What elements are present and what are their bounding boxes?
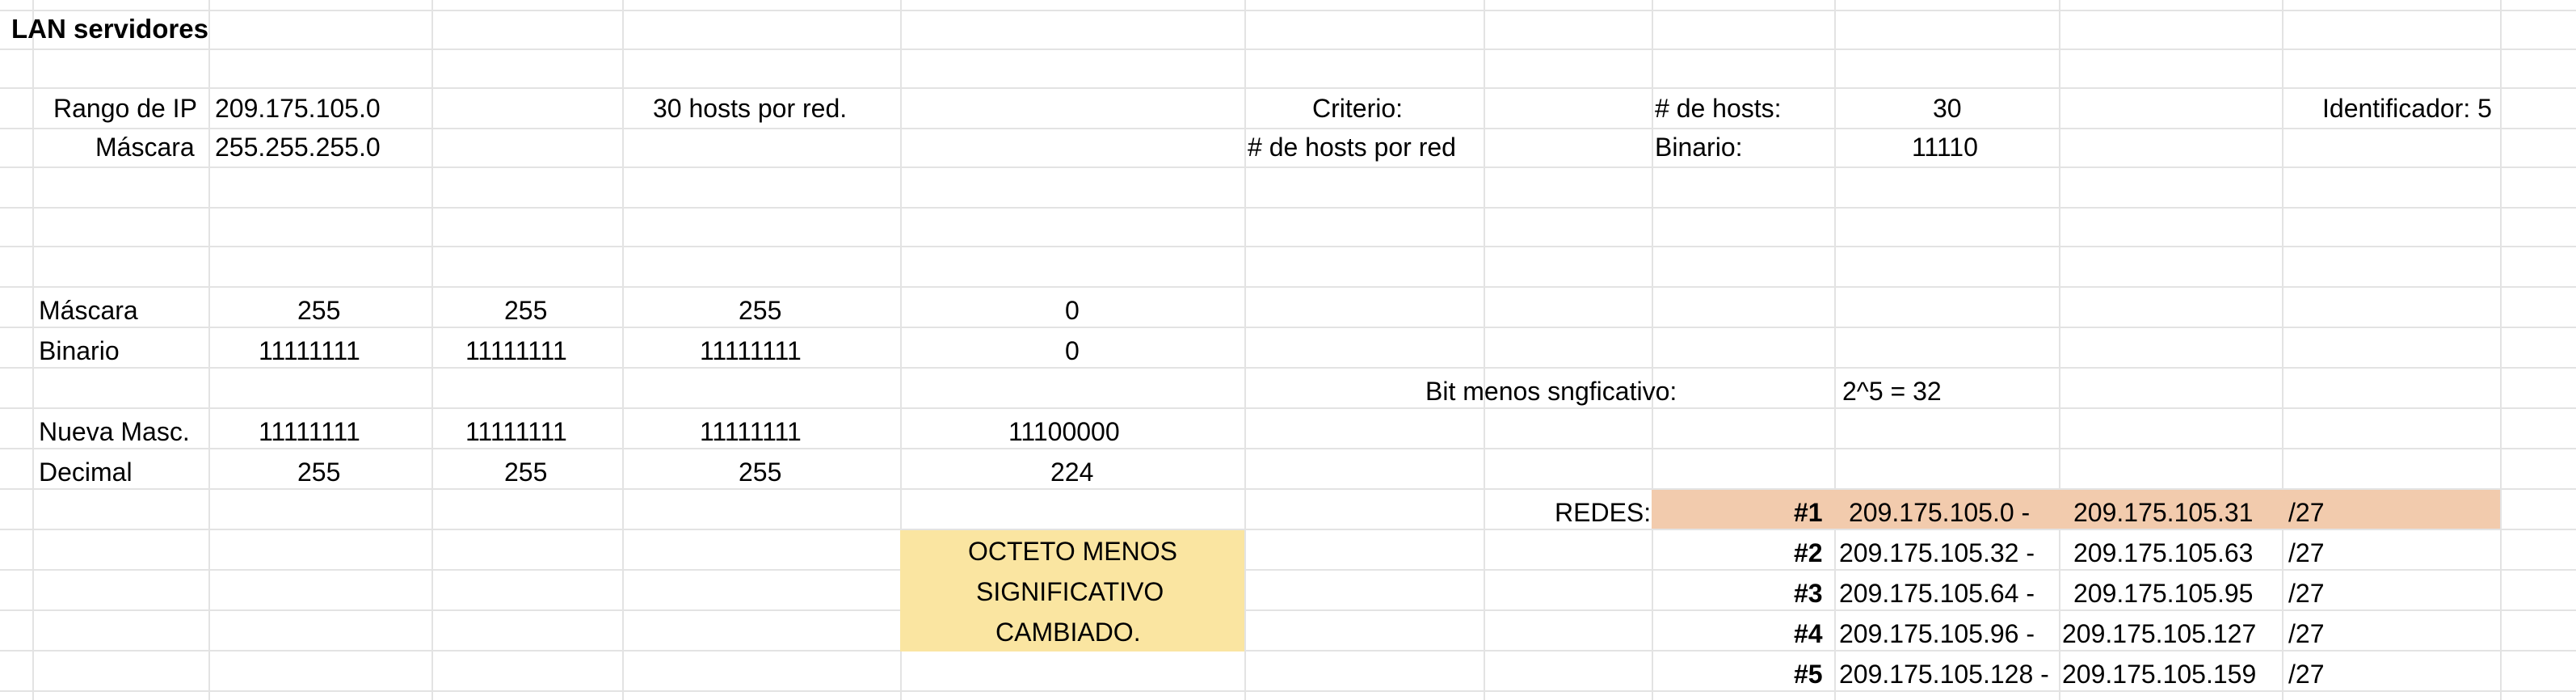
- row-divider: [0, 367, 2576, 369]
- column-divider: [32, 0, 34, 700]
- table-row-label: Decimal: [39, 458, 133, 487]
- row-divider: [0, 569, 2576, 571]
- row-divider: [0, 650, 2576, 652]
- table-cell[interactable]: 255: [297, 294, 340, 327]
- row-divider: [0, 690, 2576, 692]
- red-number: #2: [1794, 538, 1823, 567]
- red-number: #1: [1794, 498, 1823, 527]
- column-divider: [2500, 0, 2502, 700]
- note-line: OCTETO MENOS: [968, 537, 1177, 566]
- hosts-value[interactable]: 30: [1933, 92, 1962, 124]
- column-divider: [1244, 0, 1246, 700]
- column-divider: [2282, 0, 2283, 700]
- red-prefix[interactable]: /27: [2288, 658, 2324, 690]
- row-divider: [0, 448, 2576, 449]
- row-divider: [0, 10, 2576, 11]
- criterio-label: Criterio:: [1312, 94, 1404, 123]
- row-divider: [0, 87, 2576, 89]
- table-cell[interactable]: 11111111: [465, 415, 567, 448]
- red-number: #3: [1794, 579, 1823, 608]
- red-start[interactable]: 209.175.105.96 -: [1839, 618, 2035, 650]
- table-cell[interactable]: 255: [739, 456, 781, 488]
- bit-value[interactable]: 2^5 = 32: [1842, 375, 1942, 407]
- hosts-per-network-text[interactable]: 30 hosts por red.: [653, 92, 847, 124]
- rango-label: Rango de IP: [53, 94, 197, 123]
- column-divider: [1834, 0, 1836, 700]
- column-divider: [1484, 0, 1485, 700]
- red-end[interactable]: 209.175.105.95: [2073, 577, 2253, 609]
- mascara-value[interactable]: 255.255.255.0: [215, 131, 381, 163]
- spreadsheet-grid[interactable]: LAN servidores Rango de IP 209.175.105.0…: [0, 0, 2576, 700]
- red-start[interactable]: 209.175.105.32 -: [1839, 537, 2035, 569]
- binario-label: Binario:: [1655, 133, 1743, 162]
- column-divider: [622, 0, 624, 700]
- table-cell[interactable]: 255: [297, 456, 340, 488]
- sheet-title: LAN servidores: [11, 14, 208, 44]
- table-cell[interactable]: 11100000: [1008, 415, 1120, 448]
- table-cell[interactable]: 11111111: [700, 415, 802, 448]
- column-divider: [1652, 0, 1653, 700]
- red-end[interactable]: 209.175.105.31: [2073, 496, 2253, 529]
- row-divider: [0, 407, 2576, 409]
- row-divider: [0, 246, 2576, 247]
- table-cell[interactable]: 255: [739, 294, 781, 327]
- red-prefix[interactable]: /27: [2288, 577, 2324, 609]
- column-divider: [208, 0, 210, 700]
- red-prefix[interactable]: /27: [2288, 618, 2324, 650]
- table-cell[interactable]: 0: [1065, 335, 1080, 367]
- criterio-value[interactable]: # de hosts por red: [1248, 131, 1456, 163]
- table-row-label: Máscara: [39, 296, 138, 325]
- red-prefix[interactable]: /27: [2288, 537, 2324, 569]
- row-divider: [0, 128, 2576, 129]
- binario-value[interactable]: 11110: [1912, 131, 1978, 163]
- row-divider: [0, 48, 2576, 50]
- red-end[interactable]: 209.175.105.127: [2062, 618, 2256, 650]
- table-cell[interactable]: 224: [1050, 456, 1093, 488]
- column-divider: [2059, 0, 2060, 700]
- note-line: SIGNIFICATIVO: [976, 577, 1164, 606]
- table-cell[interactable]: 255: [504, 294, 547, 327]
- red-start[interactable]: 209.175.105.64 -: [1839, 577, 2035, 609]
- note-line: CAMBIADO.: [995, 618, 1141, 647]
- red-start[interactable]: 209.175.105.128 -: [1839, 658, 2049, 690]
- red-start[interactable]: 209.175.105.0 -: [1849, 496, 2030, 529]
- row-divider: [0, 207, 2576, 209]
- table-cell[interactable]: 11111111: [700, 335, 802, 367]
- bit-label: Bit menos sngficativo:: [1425, 377, 1677, 406]
- red-end[interactable]: 209.175.105.63: [2073, 537, 2253, 569]
- table-cell[interactable]: 11111111: [259, 335, 360, 367]
- table-row-label: Nueva Masc.: [39, 417, 190, 446]
- row-divider: [0, 529, 2576, 530]
- row-divider: [0, 167, 2576, 168]
- row-divider: [0, 609, 2576, 611]
- table-cell[interactable]: 11111111: [465, 335, 567, 367]
- row-divider: [0, 327, 2576, 328]
- hosts-label: # de hosts:: [1655, 94, 1782, 123]
- table-cell[interactable]: 11111111: [259, 415, 360, 448]
- rango-value[interactable]: 209.175.105.0: [215, 92, 381, 124]
- red-prefix[interactable]: /27: [2288, 496, 2324, 529]
- red-end[interactable]: 209.175.105.159: [2062, 658, 2256, 690]
- redes-label: REDES:: [1555, 498, 1652, 527]
- mascara-label: Máscara: [95, 133, 195, 162]
- red-number: #4: [1794, 619, 1823, 648]
- table-cell[interactable]: 255: [504, 456, 547, 488]
- table-cell[interactable]: 0: [1065, 294, 1080, 327]
- column-divider: [431, 0, 433, 700]
- red-number: #5: [1794, 660, 1823, 689]
- identificador-cell[interactable]: Identificador: 5: [2322, 92, 2492, 124]
- table-row-label: Binario: [39, 336, 120, 365]
- row-divider: [0, 286, 2576, 288]
